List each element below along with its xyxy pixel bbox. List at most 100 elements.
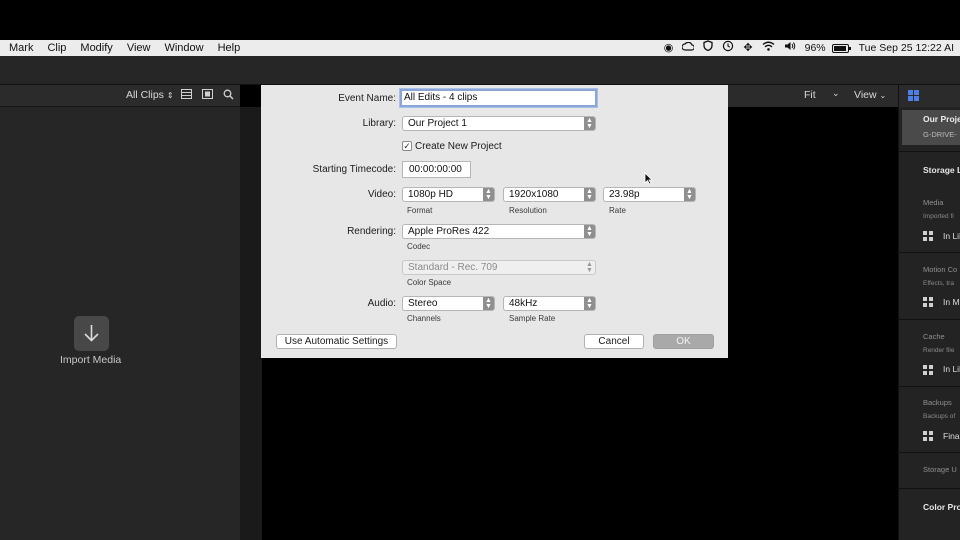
view-menu-label: View [854, 89, 877, 101]
updown-arrows-icon: ▲ ▼ [684, 188, 695, 201]
library-popup[interactable]: Our Project 1 ▲ ▼ [402, 116, 596, 131]
motion-subtitle: Effects, tra [923, 280, 954, 287]
move-icon[interactable]: ✥ [743, 40, 752, 56]
channels-value: Stereo [408, 298, 438, 309]
browser-toolbar: All Clips ⇕ [0, 85, 240, 107]
divider [899, 452, 960, 453]
channels-caption: Channels [407, 314, 441, 323]
rate-caption: Rate [609, 206, 626, 215]
backups-title: Backups [923, 398, 952, 407]
cache-location[interactable]: In Lib [943, 364, 960, 374]
format-caption: Format [407, 206, 433, 215]
zoom-popup[interactable]: Fit [804, 89, 816, 101]
library-inspector: Our Proje G-DRIVE- Storage L Media Impor… [898, 85, 960, 540]
media-location[interactable]: In Lib [943, 231, 960, 241]
sample-rate-caption: Sample Rate [509, 314, 556, 323]
divider [899, 319, 960, 320]
wifi-icon[interactable] [762, 40, 775, 56]
format-value: 1080p HD [408, 189, 454, 200]
sample-rate-popup[interactable]: 48kHz ▲ ▼ [503, 296, 596, 311]
color-processing-heading: Color Pro [923, 502, 960, 512]
color-space-value: Standard - Rec. 709 [408, 262, 498, 273]
format-popup[interactable]: 1080p HD ▲ ▼ [402, 187, 495, 202]
search-icon[interactable] [222, 89, 234, 101]
event-name-field[interactable]: All Edits - 4 clips [400, 89, 597, 107]
codec-popup[interactable]: Apple ProRes 422 ▲ ▼ [402, 224, 596, 239]
create-project-label[interactable]: Create New Project [415, 141, 502, 152]
updown-arrows-icon: ▲ ▼ [586, 261, 593, 274]
battery-percent[interactable]: 96% [805, 42, 826, 54]
resolution-popup[interactable]: 1920x1080 ▲ ▼ [503, 187, 596, 202]
library-name: Our Proje [923, 114, 960, 124]
codec-value: Apple ProRes 422 [408, 226, 490, 237]
ok-button[interactable]: OK [653, 334, 714, 349]
inspector-toolbar [899, 85, 960, 107]
creative-cloud-icon[interactable] [681, 40, 696, 56]
rate-popup[interactable]: 23.98p ▲ ▼ [603, 187, 696, 202]
battery-icon[interactable] [831, 43, 851, 53]
import-media-button[interactable] [74, 316, 109, 351]
app-toolbar [0, 56, 960, 85]
grid-icon [923, 231, 933, 241]
status-area: ◉ ✥ 96% Tue Sep 25 12:22 AI [664, 40, 960, 56]
record-icon[interactable]: ◉ [664, 40, 674, 56]
import-media-label[interactable]: Import Media [60, 354, 121, 366]
menu-modify[interactable]: Modify [80, 42, 112, 54]
audio-label: Audio: [367, 298, 396, 309]
updown-arrows-icon: ▲ ▼ [584, 117, 595, 130]
shield-icon[interactable] [703, 40, 714, 56]
grid-icon [923, 297, 933, 307]
chevron-down-icon[interactable]: ⌄ [832, 88, 840, 99]
create-project-checkbox[interactable]: ✓ [402, 141, 412, 151]
divider [899, 386, 960, 387]
grid-icon [923, 431, 933, 441]
timecode-field[interactable]: 00:00:00:00 [402, 161, 471, 178]
checkmark-icon: ✓ [403, 141, 411, 151]
library-row[interactable]: Our Proje G-DRIVE- [902, 110, 960, 145]
cancel-button[interactable]: Cancel [584, 334, 644, 349]
list-view-icon[interactable] [180, 89, 192, 101]
menu-help[interactable]: Help [218, 42, 241, 54]
video-label: Video: [367, 189, 396, 200]
backups-location[interactable]: Fina [943, 431, 960, 441]
divider [899, 151, 960, 152]
clip-filter-popup[interactable]: All Clips ⇕ [126, 89, 174, 101]
screen: Mark Clip Modify View Window Help ◉ ✥ 96… [0, 0, 960, 540]
updown-chevron-icon: ⇕ [166, 91, 174, 100]
library-properties-icon[interactable] [908, 90, 919, 101]
color-space-popup: Standard - Rec. 709 ▲ ▼ [402, 260, 596, 275]
time-machine-icon[interactable] [722, 40, 734, 57]
browser-pane [0, 107, 240, 540]
updown-arrows-icon: ▲ ▼ [584, 188, 595, 201]
menu-clip[interactable]: Clip [47, 42, 66, 54]
event-name-label: Event Name: [338, 93, 396, 104]
updown-arrows-icon: ▲ ▼ [483, 297, 494, 310]
menu-list: Mark Clip Modify View Window Help [0, 42, 254, 54]
clock[interactable]: Tue Sep 25 12:22 AI [859, 42, 954, 54]
library-drive: G-DRIVE- [923, 130, 957, 139]
channels-popup[interactable]: Stereo ▲ ▼ [402, 296, 495, 311]
rate-value: 23.98p [609, 189, 640, 200]
menu-window[interactable]: Window [164, 42, 203, 54]
filmstrip-icon[interactable] [201, 89, 213, 101]
use-automatic-settings-button[interactable]: Use Automatic Settings [276, 334, 397, 349]
divider [899, 252, 960, 253]
storage-heading: Storage L [923, 165, 960, 175]
new-event-dialog: Event Name: All Edits - 4 clips Library:… [261, 85, 728, 358]
menu-mark[interactable]: Mark [9, 42, 33, 54]
codec-caption: Codec [407, 242, 431, 251]
grid-icon [923, 365, 933, 375]
motion-location[interactable]: In M [943, 297, 960, 307]
cache-subtitle: Render file [923, 347, 955, 354]
clip-filter-label: All Clips [126, 89, 164, 101]
storage-used-label: Storage U [923, 465, 957, 474]
divider [899, 488, 960, 489]
download-arrow-icon [84, 325, 99, 342]
resolution-value: 1920x1080 [509, 189, 559, 200]
battery-fill [833, 45, 846, 51]
updown-arrows-icon: ▲ ▼ [483, 188, 494, 201]
view-menu[interactable]: View ⌄ [854, 89, 886, 101]
volume-icon[interactable] [784, 40, 796, 56]
menu-view[interactable]: View [127, 42, 151, 54]
library-value: Our Project 1 [408, 118, 467, 129]
